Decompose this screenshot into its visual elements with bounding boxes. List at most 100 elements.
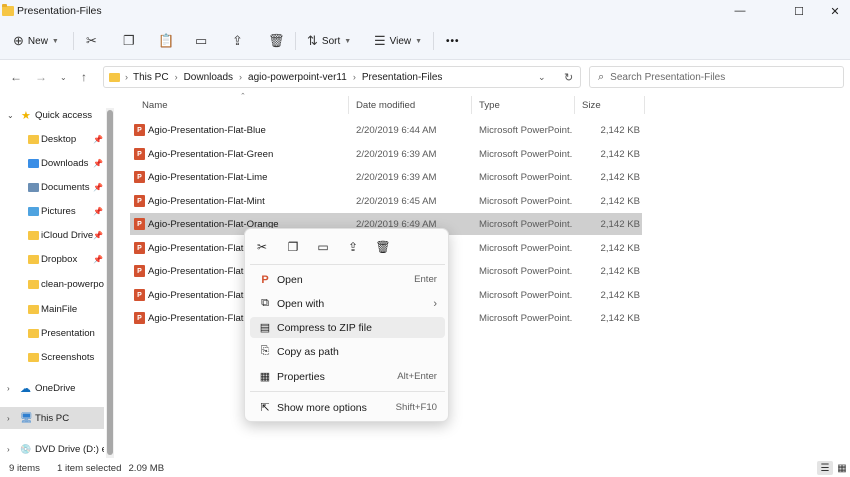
breadcrumb-this-pc[interactable]: This PC [133, 72, 169, 83]
file-type: Microsoft PowerPoint... [479, 195, 573, 207]
column-divider[interactable] [471, 96, 472, 114]
forward-arrow-icon[interactable]: → [35, 60, 47, 94]
powerpoint-file-icon: P [134, 218, 145, 230]
address-bar[interactable]: › This PC › Downloads › agio-powerpoint-… [103, 66, 581, 88]
details-view-icon[interactable]: ☰ [817, 461, 833, 475]
documents-folder-icon [28, 182, 39, 192]
share-icon[interactable]: ⇪ [345, 239, 361, 255]
search-box[interactable]: ⌕ [589, 66, 844, 88]
star-icon: ★ [21, 109, 31, 122]
list-view-icon: ☰ [374, 33, 386, 48]
file-type: Microsoft PowerPoint... [479, 312, 573, 324]
close-button[interactable]: ✕ [815, 0, 850, 22]
menu-item-label: Open with [277, 297, 325, 310]
table-row[interactable]: P Agio-Presentation-Flat-Mint 2/20/2019 … [130, 190, 642, 212]
menu-item-compress-zip[interactable]: ▤ Compress to ZIP file [250, 317, 445, 338]
more-options-button[interactable]: ••• [446, 22, 460, 60]
rename-icon[interactable]: ▭ [315, 239, 331, 255]
menu-item-open[interactable]: P Open Enter [250, 269, 445, 290]
file-size: 2,142 KB [600, 242, 640, 254]
breadcrumb-separator-icon: › [174, 72, 178, 82]
sidebar-item-mainfile[interactable]: MainFile [0, 298, 104, 320]
folder-icon [2, 4, 14, 16]
menu-separator [250, 391, 445, 392]
column-divider[interactable] [644, 96, 645, 114]
table-row[interactable]: P Agio-Presentation-Flat-Blue 2/20/2019 … [130, 119, 642, 141]
scrollbar-thumb[interactable] [107, 110, 113, 455]
sidebar-item-label: Pictures [41, 205, 76, 217]
file-size: 2,142 KB [600, 312, 640, 324]
menu-item-label: Show more options [277, 401, 367, 414]
file-name: Agio-Presentation-Flat- [148, 242, 247, 254]
file-size: 2,142 KB [600, 195, 640, 207]
powerpoint-file-icon: P [134, 124, 145, 136]
breadcrumb-downloads[interactable]: Downloads [184, 72, 233, 83]
sidebar-item-presentation[interactable]: Presentation [0, 322, 104, 344]
sidebar-item-dvd-drive[interactable]: › 💿 DVD Drive (D:) es [0, 438, 104, 460]
sidebar-item-quick-access[interactable]: ⌄ ★ Quick access [0, 104, 104, 126]
cut-button[interactable]: ✂ [86, 22, 97, 60]
breadcrumb-agio-folder[interactable]: agio-powerpoint-ver11 [248, 72, 347, 83]
refresh-icon[interactable]: ↻ [564, 71, 573, 84]
tiles-view-icon[interactable]: ▦ [834, 461, 850, 475]
delete-button[interactable]: 🗑 [268, 22, 285, 60]
menu-item-properties[interactable]: ▦ Properties Alt+Enter [250, 366, 445, 387]
new-button[interactable]: ⊕ New ▼ [13, 22, 59, 60]
trash-icon[interactable]: 🗑 [375, 239, 391, 255]
sidebar-item-clean-powerpoint[interactable]: clean-powerpoi [0, 273, 104, 295]
file-size: 2,142 KB [600, 148, 640, 160]
cut-icon[interactable]: ✂ [254, 239, 270, 255]
sidebar-item-this-pc[interactable]: › 🖥 This PC [0, 407, 104, 429]
chevron-right-icon[interactable]: › [7, 445, 10, 454]
menu-item-copy-path[interactable]: ⎘ Copy as path [250, 341, 445, 362]
maximize-button[interactable]: ☐ [779, 0, 819, 22]
table-row[interactable]: P Agio-Presentation-Flat-Lime 2/20/2019 … [130, 166, 642, 188]
sidebar-item-downloads[interactable]: Downloads 📌 [0, 152, 104, 174]
paste-button[interactable]: 📋 [158, 22, 174, 60]
sort-button[interactable]: ⇅ Sort ▼ [307, 22, 351, 60]
navigation-pane: ⌄ ★ Quick access Desktop 📌 Downloads 📌 D… [0, 94, 118, 459]
sidebar-scrollbar[interactable] [106, 108, 114, 458]
sidebar-item-pictures[interactable]: Pictures 📌 [0, 200, 104, 222]
search-icon: ⌕ [598, 70, 605, 83]
menu-item-open-with[interactable]: ⧉ Open with › [250, 293, 445, 314]
view-button[interactable]: ☰ View ▼ [374, 22, 422, 60]
sidebar-item-dropbox[interactable]: Dropbox 📌 [0, 248, 104, 270]
column-header-date[interactable]: Date modified [356, 94, 415, 116]
chevron-right-icon[interactable]: › [7, 414, 10, 423]
breadcrumb-separator-icon: › [352, 72, 356, 82]
sidebar-item-screenshots[interactable]: Screenshots [0, 346, 104, 368]
share-button[interactable]: ⇪ [232, 22, 243, 60]
folder-icon [28, 328, 39, 338]
up-arrow-icon[interactable]: ↑ [81, 60, 87, 94]
column-divider[interactable] [348, 96, 349, 114]
column-header-name[interactable]: Name [142, 94, 168, 116]
rename-button[interactable]: ▭ [195, 22, 207, 60]
sidebar-item-desktop[interactable]: Desktop 📌 [0, 128, 104, 150]
back-arrow-icon[interactable]: ← [10, 60, 22, 94]
table-row[interactable]: P Agio-Presentation-Flat-Green 2/20/2019… [130, 143, 642, 165]
column-header-size[interactable]: Size [582, 94, 601, 116]
column-header-type[interactable]: Type [479, 94, 500, 116]
plus-circle-icon: ⊕ [13, 33, 24, 48]
recent-locations-chevron-icon[interactable]: ⌄ [60, 60, 67, 94]
menu-item-show-more-options[interactable]: ⇱ Show more options Shift+F10 [250, 397, 445, 418]
properties-icon: ▦ [259, 371, 271, 383]
sidebar-item-onedrive[interactable]: › ☁ OneDrive [0, 377, 104, 399]
minimize-button[interactable]: — [720, 0, 760, 22]
file-size: 2,142 KB [600, 218, 640, 230]
file-name: Agio-Presentation-Flat-Lime [148, 171, 268, 183]
folder-icon [28, 304, 39, 314]
copy-button[interactable]: ❐ [123, 22, 135, 60]
chevron-right-icon[interactable]: › [7, 384, 10, 393]
search-input[interactable] [610, 71, 826, 83]
address-dropdown-chevron-icon[interactable]: ⌄ [538, 72, 546, 83]
sidebar-item-icloud-drive[interactable]: iCloud Drive 📌 [0, 224, 104, 246]
copy-icon[interactable]: ❐ [285, 239, 301, 255]
column-divider[interactable] [574, 96, 575, 114]
chevron-down-icon[interactable]: ⌄ [7, 111, 14, 120]
sidebar-item-documents[interactable]: Documents 📌 [0, 176, 104, 198]
copy-icon: ❐ [123, 33, 135, 48]
breadcrumb-presentation-files[interactable]: Presentation-Files [362, 72, 443, 83]
file-type: Microsoft PowerPoint... [479, 218, 573, 230]
